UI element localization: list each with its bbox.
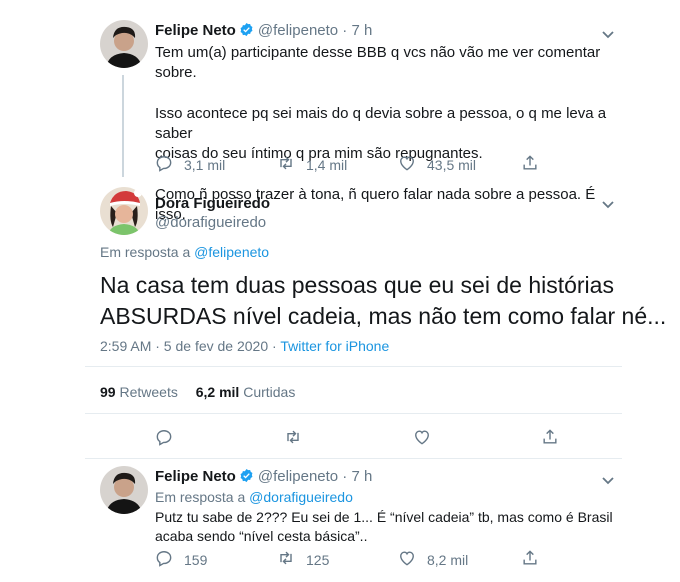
reply-icon — [154, 427, 184, 450]
retweets-label: Retweets — [119, 384, 178, 400]
separator: · — [338, 22, 352, 39]
share-button[interactable] — [520, 153, 550, 176]
tweet-line: Isso acontece pq sei mais do q devia sob… — [155, 105, 607, 142]
in-reply-to: Em resposta a @felipeneto — [100, 244, 269, 260]
share-icon — [520, 548, 550, 571]
thread-line — [122, 75, 124, 177]
avatar[interactable] — [100, 20, 148, 68]
retweet-count: 1,4 mil — [306, 156, 348, 173]
like-count: 43,5 mil — [427, 156, 477, 173]
reply-button[interactable]: 159 — [154, 548, 207, 571]
separator: · — [338, 468, 352, 485]
reply-prefix: Em resposta a — [100, 244, 195, 260]
tweet-line: coisas do seu íntimo q pra mim são repug… — [155, 145, 483, 162]
share-icon — [520, 153, 550, 176]
retweet-icon — [276, 548, 306, 571]
divider — [85, 458, 622, 459]
chevron-down-icon[interactable] — [601, 197, 615, 209]
likes-count: 6,2 mil — [195, 384, 240, 400]
author-handle[interactable]: @felipeneto — [258, 22, 338, 39]
divider — [85, 366, 622, 367]
engagement-stats: 99 Retweets 6,2 mil Curtidas — [100, 384, 295, 400]
retweet-icon — [283, 427, 313, 450]
like-icon — [412, 427, 442, 450]
like-count: 8,2 mil — [427, 551, 469, 568]
verified-badge-icon — [239, 22, 254, 37]
share-icon — [540, 427, 570, 450]
main-tweet-text: Na casa tem duas pessoas que eu sei de h… — [100, 270, 666, 332]
share-button[interactable] — [540, 427, 570, 450]
reply-button[interactable] — [154, 427, 184, 450]
tweet-timestamp[interactable]: 2:59 AM · 5 de fev de 2020 · — [100, 338, 280, 354]
tweet-time[interactable]: 7 h — [351, 22, 372, 39]
retweet-count: 125 — [306, 551, 330, 568]
retweet-button[interactable]: 125 — [276, 548, 329, 571]
retweet-button[interactable]: 1,4 mil — [276, 153, 347, 176]
retweets-count: 99 — [100, 384, 116, 400]
tweet-time[interactable]: 7 h — [351, 468, 372, 485]
author-name[interactable]: Dora Figueiredo — [155, 195, 270, 212]
likes-label: Curtidas — [243, 384, 296, 400]
in-reply-to: Em resposta a @dorafigueiredo — [155, 489, 353, 505]
reply-count: 159 — [184, 551, 208, 568]
tweet-line: ABSURDAS nível cadeia, mas não tem como … — [100, 303, 667, 329]
like-icon — [397, 153, 427, 176]
tweet-line: Na casa tem duas pessoas que eu sei de h… — [100, 272, 614, 298]
reply-button[interactable]: 3,1 mil — [154, 153, 225, 176]
chevron-down-icon[interactable] — [601, 473, 615, 485]
likes-stat[interactable]: 6,2 mil Curtidas — [196, 384, 296, 400]
tweet-meta: 2:59 AM · 5 de fev de 2020 · Twitter for… — [100, 338, 389, 354]
author-name[interactable]: Felipe Neto — [155, 468, 236, 485]
share-button[interactable] — [520, 548, 550, 571]
reply-icon — [154, 153, 184, 176]
tweet-text: Putz tu sabe de 2??? Eu sei de 1... É “n… — [155, 508, 625, 546]
author-name[interactable]: Felipe Neto — [155, 22, 236, 39]
tweet-line: Tem um(a) participante desse BBB q vcs n… — [155, 44, 601, 81]
author-handle[interactable]: @dorafigueiredo — [155, 214, 270, 231]
like-icon — [397, 548, 427, 571]
avatar[interactable] — [100, 466, 148, 514]
tweet-line: acaba sendo “nível cesta básica”.. — [155, 528, 368, 544]
reply-count: 3,1 mil — [184, 156, 226, 173]
retweet-icon — [276, 153, 306, 176]
verified-badge-icon — [239, 468, 254, 483]
reply-to-link[interactable]: @felipeneto — [194, 244, 269, 260]
retweets-stat[interactable]: 99 Retweets — [100, 384, 178, 400]
tweet-line: Putz tu sabe de 2??? Eu sei de 1... É “n… — [155, 509, 613, 525]
like-button[interactable]: 43,5 mil — [397, 153, 476, 176]
reply-prefix: Em resposta a — [155, 489, 250, 505]
like-button[interactable] — [412, 427, 442, 450]
reply-to-link[interactable]: @dorafigueiredo — [249, 489, 353, 505]
author-handle[interactable]: @felipeneto — [258, 468, 338, 485]
divider — [85, 413, 622, 414]
reply-icon — [154, 548, 184, 571]
retweet-button[interactable] — [283, 427, 313, 450]
like-button[interactable]: 8,2 mil — [397, 548, 468, 571]
avatar[interactable] — [100, 187, 148, 235]
chevron-down-icon[interactable] — [601, 27, 615, 39]
tweet-source[interactable]: Twitter for iPhone — [280, 338, 389, 354]
